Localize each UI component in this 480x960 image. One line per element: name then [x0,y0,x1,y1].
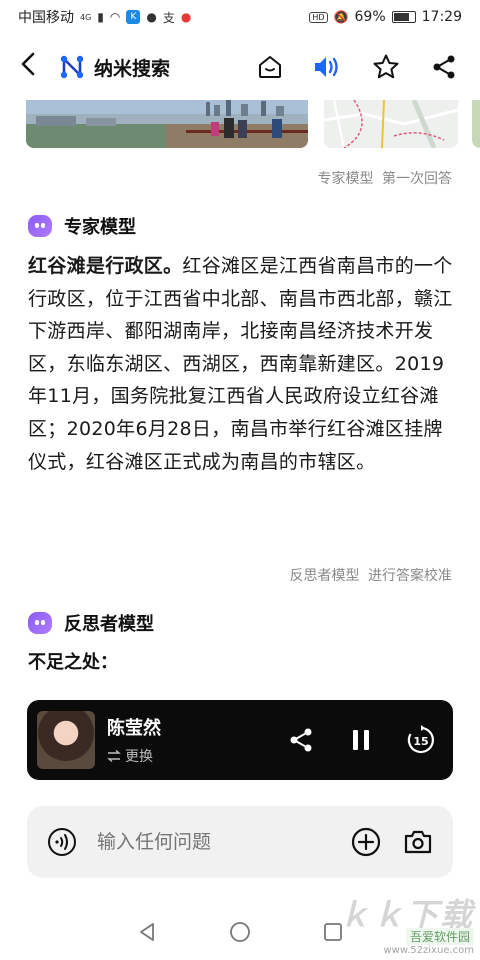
result-image-more[interactable] [472,100,480,148]
image-results [26,100,480,150]
robot-icon [28,215,52,237]
expert-meta-round: 第一次回答 [382,171,452,187]
pause-icon [353,730,369,750]
signal-icon: ▮ [97,10,104,24]
speaker-button[interactable] [310,49,346,85]
voice-input-button[interactable] [45,825,79,859]
swap-icon [107,750,121,762]
favorite-button[interactable] [368,49,404,85]
status-bar: 中国移动 4G ▮ ◠ K ● 支 ● HD 🔕 69% 17:29 [0,0,480,34]
share-icon [433,55,455,79]
reflector-model-name: 反思者模型 [64,614,154,635]
expert-answer: 红谷滩是行政区。红谷滩区是江西省南昌市的一个行政区，位于江西省中北部、南昌市西北… [28,250,456,478]
reflector-meta: 反思者模型 进行答案校准 [290,565,452,585]
voice-avatar[interactable] [37,711,95,769]
camera-icon [404,830,432,854]
add-button[interactable] [349,825,383,859]
app-header: 纳米搜索 [0,40,480,94]
replay-15-button[interactable]: 15 [405,724,437,756]
location-icon: ● [180,10,192,24]
circle-home-icon [230,922,250,942]
hd-icon: HD [309,11,328,23]
map-thumbnail [324,100,458,148]
voice-name: 陈莹然 [107,718,161,739]
mute-icon: 🔕 [333,10,349,24]
watermark-site-name: 吾爱软件园 [405,928,474,945]
plus-circle-icon [351,827,381,857]
robot-icon [28,612,52,634]
reflector-model-header: 反思者模型 [28,610,154,636]
wifi-icon: ◠ [109,10,121,24]
player-share-button[interactable] [285,724,317,756]
voice-wave-icon [48,828,76,856]
clock: 17:29 [421,9,462,25]
answer-body: 红谷滩区是江西省南昌市的一个行政区，位于江西省中北部、南昌市西北部，赣江下游西岸… [28,255,453,473]
result-image-map[interactable] [324,100,458,148]
nano-logo-icon [60,55,84,79]
nav-home-button[interactable] [229,921,251,947]
app-title: 纳米搜索 [94,57,171,80]
camera-button[interactable] [401,825,435,859]
share-button[interactable] [426,49,462,85]
home-icon [259,56,281,78]
site-watermark: ｋｋ下载 吾爱软件园 www.52zixue.com [338,890,474,956]
chevron-left-icon [21,52,35,75]
star-icon [373,54,399,79]
triangle-back-icon [139,923,154,941]
battery-icon [391,11,416,23]
expert-model-header: 专家模型 [28,213,136,239]
question-input[interactable] [97,831,349,853]
reflector-meta-action: 进行答案校准 [368,568,452,584]
expert-meta: 专家模型 第一次回答 [318,168,452,188]
carrier-label: 中国移动 [18,10,74,26]
expert-model-name: 专家模型 [64,217,136,238]
switch-voice-label: 更换 [125,749,153,765]
input-bar [27,806,453,878]
nav-back-button[interactable] [136,921,158,947]
expert-meta-model: 专家模型 [317,171,374,187]
city-photo [26,100,308,148]
back-button[interactable] [18,51,50,84]
battery-fill [393,13,409,21]
answer-lead: 红谷滩是行政区。 [28,255,183,277]
network-type: 4G [80,12,92,22]
home-button[interactable] [252,49,288,85]
shortcomings-heading: 不足之处： [28,652,118,673]
pause-button[interactable] [345,724,377,756]
watermark-url: www.52zixue.com [383,945,475,956]
app-logo: 纳米搜索 [58,53,170,81]
result-image-city[interactable] [26,100,308,148]
audio-player: 陈莹然 更换 15 [27,700,453,780]
speaker-icon [315,57,338,77]
battery-percent: 69% [354,9,386,25]
replay-seconds: 15 [413,735,428,748]
message-icon: ● [146,10,157,24]
alipay-icon: 支 [162,10,175,25]
share-icon [290,728,312,752]
reflector-meta-model: 反思者模型 [289,568,360,584]
switch-voice-button[interactable]: 更换 [107,746,161,766]
replay-15-icon: 15 [407,725,434,754]
app-k-icon: K [126,10,141,24]
